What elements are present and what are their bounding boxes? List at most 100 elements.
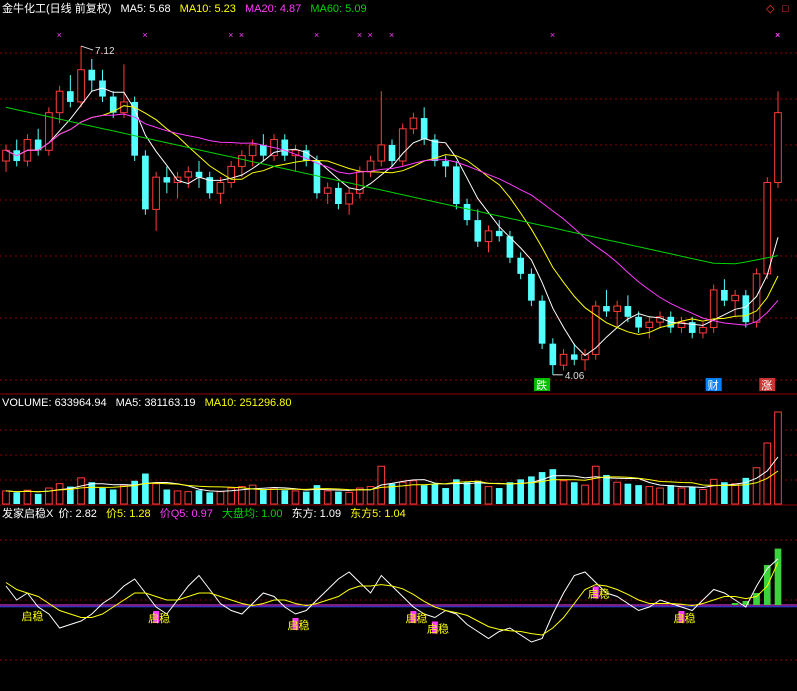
volume-bar <box>216 491 225 505</box>
volume-bar <box>613 481 621 505</box>
volume-bar <box>635 485 642 504</box>
candle-body <box>227 165 235 184</box>
volume-bar <box>495 488 503 504</box>
volume-bar <box>313 485 321 504</box>
stock-title: 金牛化工(日线 前复权) <box>2 3 112 15</box>
volume-ma5-label: MA5: 381163.19 <box>115 397 196 409</box>
high-label: 7.12 <box>95 46 115 57</box>
volume-bar <box>570 482 578 504</box>
volume-bar <box>409 480 418 505</box>
candle-body <box>260 144 267 156</box>
signal-label: 启稳 <box>674 611 696 625</box>
candle-body <box>184 171 193 178</box>
candle-body <box>495 230 503 237</box>
signal-label: 启稳 <box>427 622 449 636</box>
high-pointer <box>80 45 94 51</box>
stock-chart: 7.124.06× × × × × × × × × ××××跌财涨启稳启稳启稳启稳启稳启稳启稳 <box>0 30 797 661</box>
ma20-label: MA20: 4.87 <box>244 3 302 15</box>
candle-body <box>603 306 610 312</box>
candle-body <box>281 139 289 156</box>
green-bar <box>731 603 739 605</box>
indicator-priceq5: 价Q5: 0.97 <box>159 508 213 520</box>
volume-bar <box>688 486 696 504</box>
volume-bar <box>431 483 439 504</box>
volume-bar <box>152 483 160 505</box>
volume-bar <box>645 486 654 505</box>
volume-bar <box>248 484 257 505</box>
candle-body <box>335 187 342 204</box>
volume-bar <box>23 489 32 505</box>
volume-bar <box>34 493 42 504</box>
candle-body <box>645 321 654 329</box>
volume-bar <box>442 488 449 504</box>
event-mark: × <box>368 30 373 40</box>
square-icon[interactable]: □ <box>782 4 789 15</box>
event-mark: × <box>357 30 362 40</box>
volume-bar <box>603 474 610 504</box>
candle-body <box>238 155 246 167</box>
indicator-east5: 东方5: 1.04 <box>350 508 406 520</box>
indicator-east: 东方: 1.09 <box>291 508 342 520</box>
volume-bar <box>291 490 300 505</box>
volume-bar <box>270 487 278 505</box>
green-bar <box>774 548 782 605</box>
indicator-market: 大盘均: 1.00 <box>221 508 283 520</box>
signal-label: 启稳 <box>588 587 610 601</box>
ma10-label: MA10: 5.23 <box>179 3 236 15</box>
candle-body <box>323 187 332 194</box>
volume-bar <box>195 490 203 504</box>
volume-bar <box>13 492 21 504</box>
candle-body <box>248 144 257 157</box>
volume-bar <box>163 489 171 504</box>
signal-label: 启稳 <box>405 611 427 625</box>
candle-body <box>216 182 225 194</box>
volume-bar <box>624 483 632 504</box>
volume-bar <box>506 482 514 504</box>
indicator-name: 发家启稳X <box>2 508 54 520</box>
indicator-price5: 价5: 1.28 <box>106 508 151 520</box>
volume-bar <box>463 482 471 504</box>
candle-body <box>345 192 353 205</box>
candle-body <box>774 112 782 184</box>
ma60-label: MA60: 5.09 <box>310 3 367 15</box>
candle-body <box>709 289 718 329</box>
volume-bar <box>763 442 772 505</box>
volume-bar <box>109 489 117 504</box>
event-marker-text: 跌 <box>536 378 547 392</box>
event-mark: × <box>389 30 394 40</box>
indicator-header: 发家启稳X 价: 2.82 价5: 1.28 价Q5: 0.97 大盘均: 1.… <box>2 508 412 521</box>
candle-body <box>549 343 557 366</box>
candle-body <box>409 117 418 130</box>
candle-body <box>699 327 707 334</box>
candle-body <box>88 69 96 81</box>
diamond-icon[interactable]: ◇ <box>766 4 774 15</box>
event-marker-text: 涨 <box>761 379 772 392</box>
candle-body <box>388 144 396 162</box>
volume-bar <box>591 465 600 505</box>
volume-bar <box>528 476 535 504</box>
candle-body <box>195 171 203 178</box>
volume-bar <box>77 477 85 505</box>
volume-bar <box>656 487 664 505</box>
candle-body <box>142 155 149 210</box>
east5-line <box>5 561 779 636</box>
volume-header: VOLUME: 633964.94 MA5: 381163.19 MA10: 2… <box>2 397 297 410</box>
signal-label: 启稳 <box>148 611 170 625</box>
candle-body <box>163 177 171 183</box>
volume-label: VOLUME: 633964.94 <box>2 397 107 409</box>
volume-bar <box>731 483 739 505</box>
candle-body <box>152 176 160 210</box>
volume-bar <box>99 488 106 504</box>
volume-bar <box>88 482 96 504</box>
volume-bar <box>559 480 568 505</box>
volume-bar <box>260 489 267 504</box>
candle-body <box>624 306 632 317</box>
volume-bar <box>142 473 149 504</box>
event-mark: × <box>57 30 62 40</box>
signal-label: 启稳 <box>21 609 43 623</box>
candle-body <box>366 160 375 173</box>
candle-body <box>613 305 621 312</box>
volume-bar <box>120 484 128 505</box>
indicator-price: 价: 2.82 <box>58 508 97 520</box>
ma5-line <box>5 87 779 357</box>
